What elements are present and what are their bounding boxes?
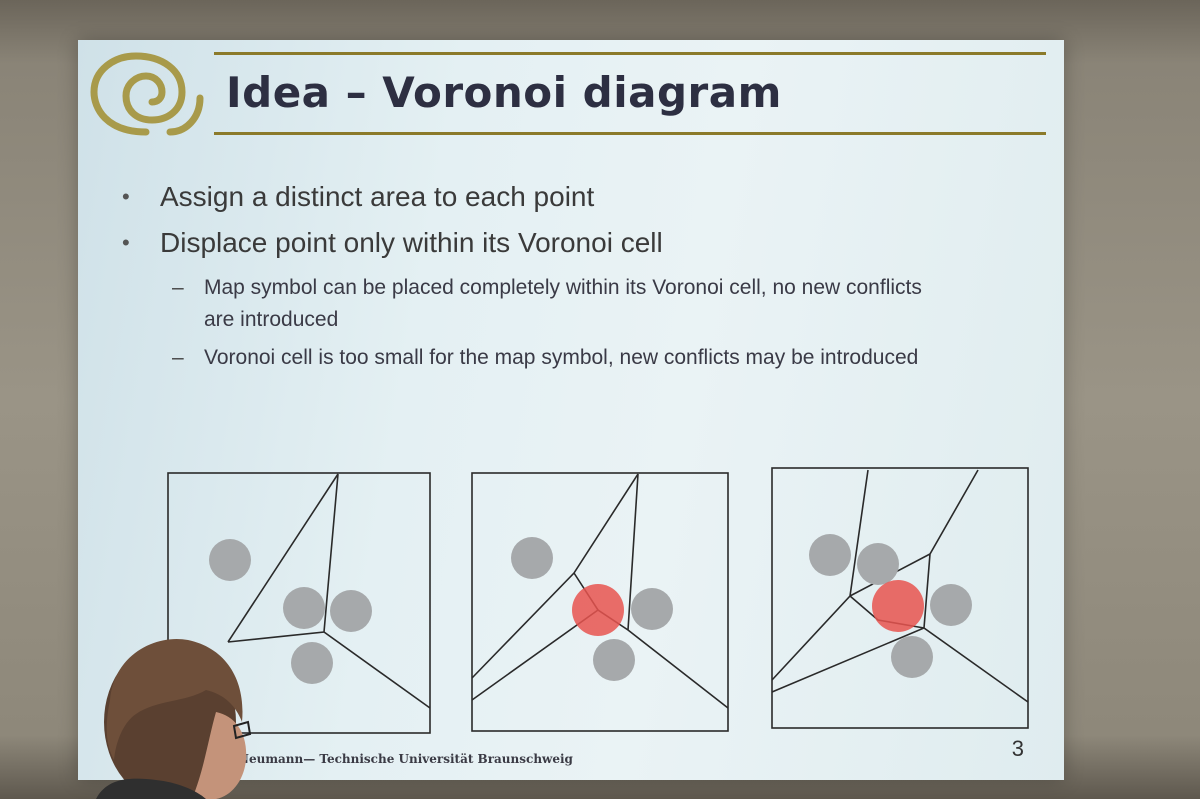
presenter-head bbox=[96, 638, 252, 799]
grey-point bbox=[283, 587, 325, 629]
grey-point bbox=[809, 534, 851, 576]
grey-point bbox=[330, 590, 372, 632]
grey-point bbox=[891, 636, 933, 678]
grey-point bbox=[631, 588, 673, 630]
red-point bbox=[872, 580, 924, 632]
voronoi-points-3 bbox=[809, 534, 972, 678]
grey-point bbox=[593, 639, 635, 681]
slide-footer: Neumann— Technische Universität Braunsch… bbox=[238, 752, 573, 766]
voronoi-points-2 bbox=[511, 537, 673, 681]
grey-point bbox=[511, 537, 553, 579]
grey-point bbox=[857, 543, 899, 585]
grey-point bbox=[209, 539, 251, 581]
page-number: 3 bbox=[1011, 736, 1024, 761]
grey-point bbox=[291, 642, 333, 684]
red-point bbox=[572, 584, 624, 636]
grey-point bbox=[930, 584, 972, 626]
